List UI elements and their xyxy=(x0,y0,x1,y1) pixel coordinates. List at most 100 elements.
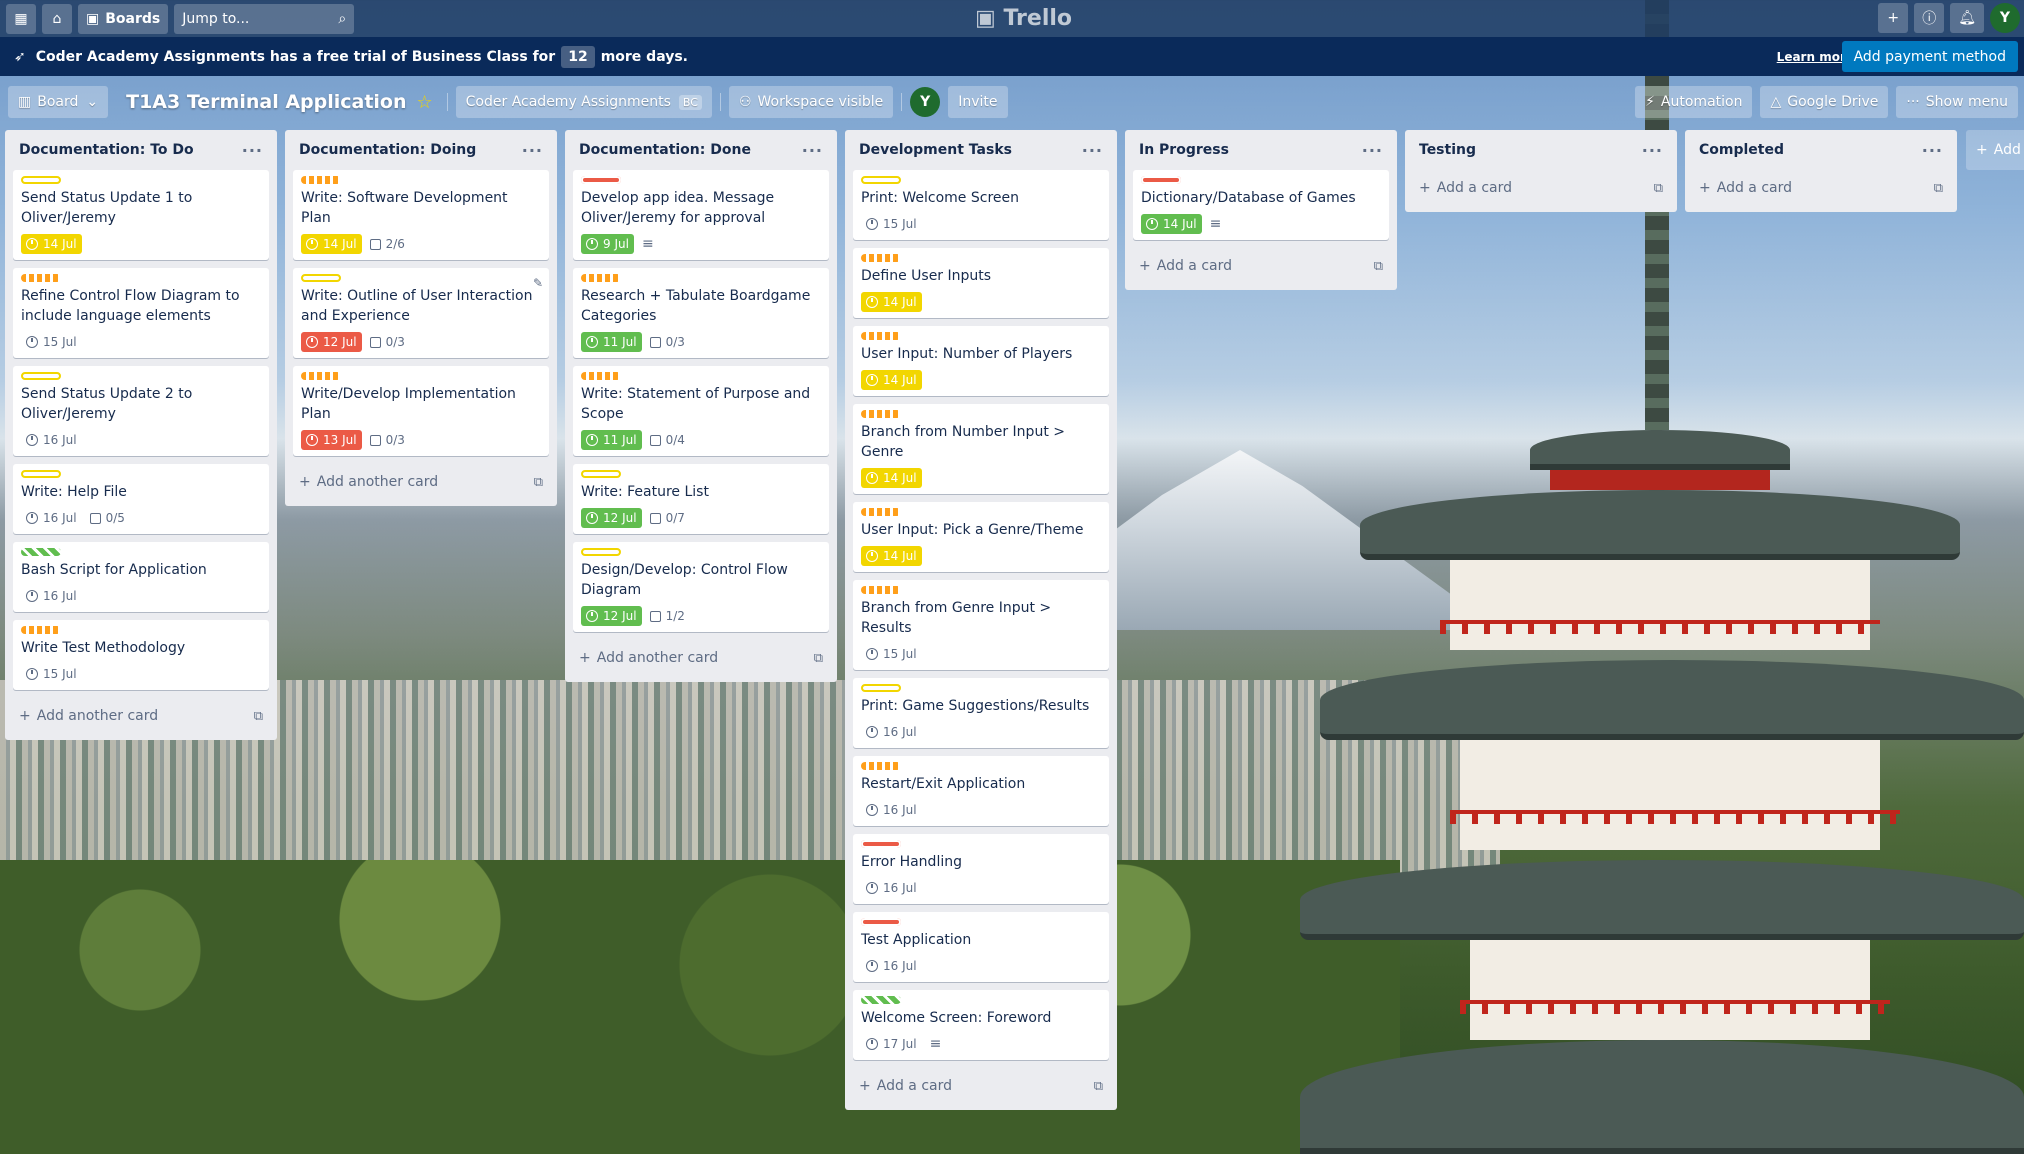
due-date-badge[interactable]: 15 Jul xyxy=(21,332,82,352)
label-orange[interactable] xyxy=(861,762,901,770)
card[interactable]: Branch from Number Input > Genre 14 Jul xyxy=(853,404,1109,494)
card-labels[interactable] xyxy=(1141,176,1381,184)
label-orange[interactable] xyxy=(861,586,901,594)
card[interactable]: User Input: Pick a Genre/Theme 14 Jul xyxy=(853,502,1109,572)
due-date-badge[interactable]: 17 Jul xyxy=(861,1034,922,1054)
automation-button[interactable]: ⚡︎ Automation xyxy=(1635,86,1753,118)
card[interactable]: Test Application 16 Jul xyxy=(853,912,1109,982)
due-date-badge[interactable]: 14 Jul xyxy=(1141,214,1202,234)
label-orange[interactable] xyxy=(861,508,901,516)
board-title[interactable]: T1A3 Terminal Application xyxy=(116,91,416,113)
label-orange[interactable] xyxy=(301,176,341,184)
list-header[interactable]: Development Tasks ··· xyxy=(853,130,1109,170)
card-template-icon[interactable]: ⧉ xyxy=(814,651,823,666)
due-date-badge[interactable]: 15 Jul xyxy=(21,664,82,684)
card-labels[interactable] xyxy=(581,470,821,478)
list-header[interactable]: Completed ··· xyxy=(1693,130,1949,170)
label-red[interactable] xyxy=(581,176,621,184)
card[interactable]: Write: Statement of Purpose and Scope 11 … xyxy=(573,366,829,456)
card-labels[interactable] xyxy=(861,996,1101,1004)
label-orange[interactable] xyxy=(21,626,61,634)
due-date-badge[interactable]: 12 Jul xyxy=(301,332,362,352)
due-date-badge[interactable]: 9 Jul xyxy=(581,234,634,254)
card[interactable]: Write/Develop Implementation Plan 13 Jul 0… xyxy=(293,366,549,456)
due-date-badge[interactable]: 16 Jul xyxy=(21,508,82,528)
card-labels[interactable] xyxy=(581,548,821,556)
card-template-icon[interactable]: ⧉ xyxy=(254,709,263,724)
card[interactable]: Develop app idea. Message Oliver/Jeremy … xyxy=(573,170,829,260)
label-orange[interactable] xyxy=(301,372,341,380)
due-date-badge[interactable]: 15 Jul xyxy=(861,644,922,664)
card-template-icon[interactable]: ⧉ xyxy=(1934,181,1943,196)
plus-icon[interactable]: + xyxy=(1878,3,1909,33)
show-menu-button[interactable]: ··· Show menu xyxy=(1896,86,2018,118)
label-yellow[interactable] xyxy=(861,176,901,184)
card-labels[interactable] xyxy=(21,548,261,556)
trello-logo[interactable]: ▣ Trello xyxy=(975,6,1072,31)
label-orange[interactable] xyxy=(861,254,901,262)
due-date-badge[interactable]: 14 Jul xyxy=(861,370,922,390)
list-header[interactable]: Documentation: To Do ··· xyxy=(13,130,269,170)
card[interactable]: User Input: Number of Players 14 Jul xyxy=(853,326,1109,396)
add-card-button[interactable]: + Add a card ⧉ xyxy=(1133,248,1389,284)
due-date-badge[interactable]: 13 Jul xyxy=(301,430,362,450)
card-labels[interactable] xyxy=(21,372,261,380)
card-labels[interactable] xyxy=(861,840,1101,848)
card-template-icon[interactable]: ⧉ xyxy=(1654,181,1663,196)
add-card-button[interactable]: + Add another card ⧉ xyxy=(13,698,269,734)
label-orange[interactable] xyxy=(581,372,621,380)
card-labels[interactable] xyxy=(301,274,541,282)
info-icon[interactable]: ⓘ xyxy=(1914,3,1945,33)
due-date-badge[interactable]: 11 Jul xyxy=(581,332,642,352)
star-icon[interactable]: ☆ xyxy=(417,92,433,113)
card-template-icon[interactable]: ⧉ xyxy=(1094,1079,1103,1094)
due-date-badge[interactable]: 16 Jul xyxy=(21,586,82,606)
card-labels[interactable] xyxy=(21,626,261,634)
card[interactable]: Define User Inputs 14 Jul xyxy=(853,248,1109,318)
add-card-button[interactable]: + Add a card ⧉ xyxy=(853,1068,1109,1104)
card-labels[interactable] xyxy=(581,372,821,380)
visibility-button[interactable]: ⚇ Workspace visible xyxy=(728,86,894,118)
label-orange[interactable] xyxy=(21,274,61,282)
card-labels[interactable] xyxy=(861,410,1101,418)
label-yellow[interactable] xyxy=(581,548,621,556)
list-menu-icon[interactable]: ··· xyxy=(1642,141,1663,160)
search-input[interactable]: Jump to... ⌕ xyxy=(174,3,355,34)
card[interactable]: Write: Outline of User Interaction and E… xyxy=(293,268,549,358)
due-date-badge[interactable]: 11 Jul xyxy=(581,430,642,450)
due-date-badge[interactable]: 14 Jul xyxy=(861,468,922,488)
apps-grid-icon[interactable]: ▦ xyxy=(6,3,36,34)
bell-icon[interactable]: 🔔︎ xyxy=(1950,3,1984,33)
due-date-badge[interactable]: 16 Jul xyxy=(861,722,922,742)
due-date-badge[interactable]: 12 Jul xyxy=(581,508,642,528)
card-labels[interactable] xyxy=(861,332,1101,340)
card[interactable]: Send Status Update 2 to Oliver/Jeremy 16 … xyxy=(13,366,269,456)
card[interactable]: Write: Help File 16 Jul 0/5 xyxy=(13,464,269,534)
card-labels[interactable] xyxy=(21,274,261,282)
list-menu-icon[interactable]: ··· xyxy=(522,141,543,160)
card[interactable]: Print: Game Suggestions/Results 16 Jul xyxy=(853,678,1109,748)
label-green[interactable] xyxy=(21,548,61,556)
home-icon[interactable]: ⌂ xyxy=(42,3,72,34)
due-date-badge[interactable]: 14 Jul xyxy=(21,234,82,254)
label-yellow[interactable] xyxy=(301,274,341,282)
due-date-badge[interactable]: 14 Jul xyxy=(301,234,362,254)
list-menu-icon[interactable]: ··· xyxy=(802,141,823,160)
card-labels[interactable] xyxy=(581,274,821,282)
label-red[interactable] xyxy=(861,840,901,848)
card[interactable]: Restart/Exit Application 16 Jul xyxy=(853,756,1109,826)
member-avatar[interactable]: Y xyxy=(910,87,941,117)
list-menu-icon[interactable]: ··· xyxy=(242,141,263,160)
list-header[interactable]: In Progress ··· xyxy=(1133,130,1389,170)
list-menu-icon[interactable]: ··· xyxy=(1082,141,1103,160)
add-list-button[interactable]: + Add xyxy=(1966,130,2024,170)
card[interactable]: Welcome Screen: Foreword 17 Jul ≡ xyxy=(853,990,1109,1060)
add-card-button[interactable]: + Add another card ⧉ xyxy=(573,640,829,676)
label-yellow[interactable] xyxy=(21,372,61,380)
card-labels[interactable] xyxy=(861,254,1101,262)
label-orange[interactable] xyxy=(861,332,901,340)
card-labels[interactable] xyxy=(861,508,1101,516)
label-orange[interactable] xyxy=(581,274,621,282)
card[interactable]: Write Test Methodology 15 Jul xyxy=(13,620,269,690)
card-labels[interactable] xyxy=(581,176,821,184)
